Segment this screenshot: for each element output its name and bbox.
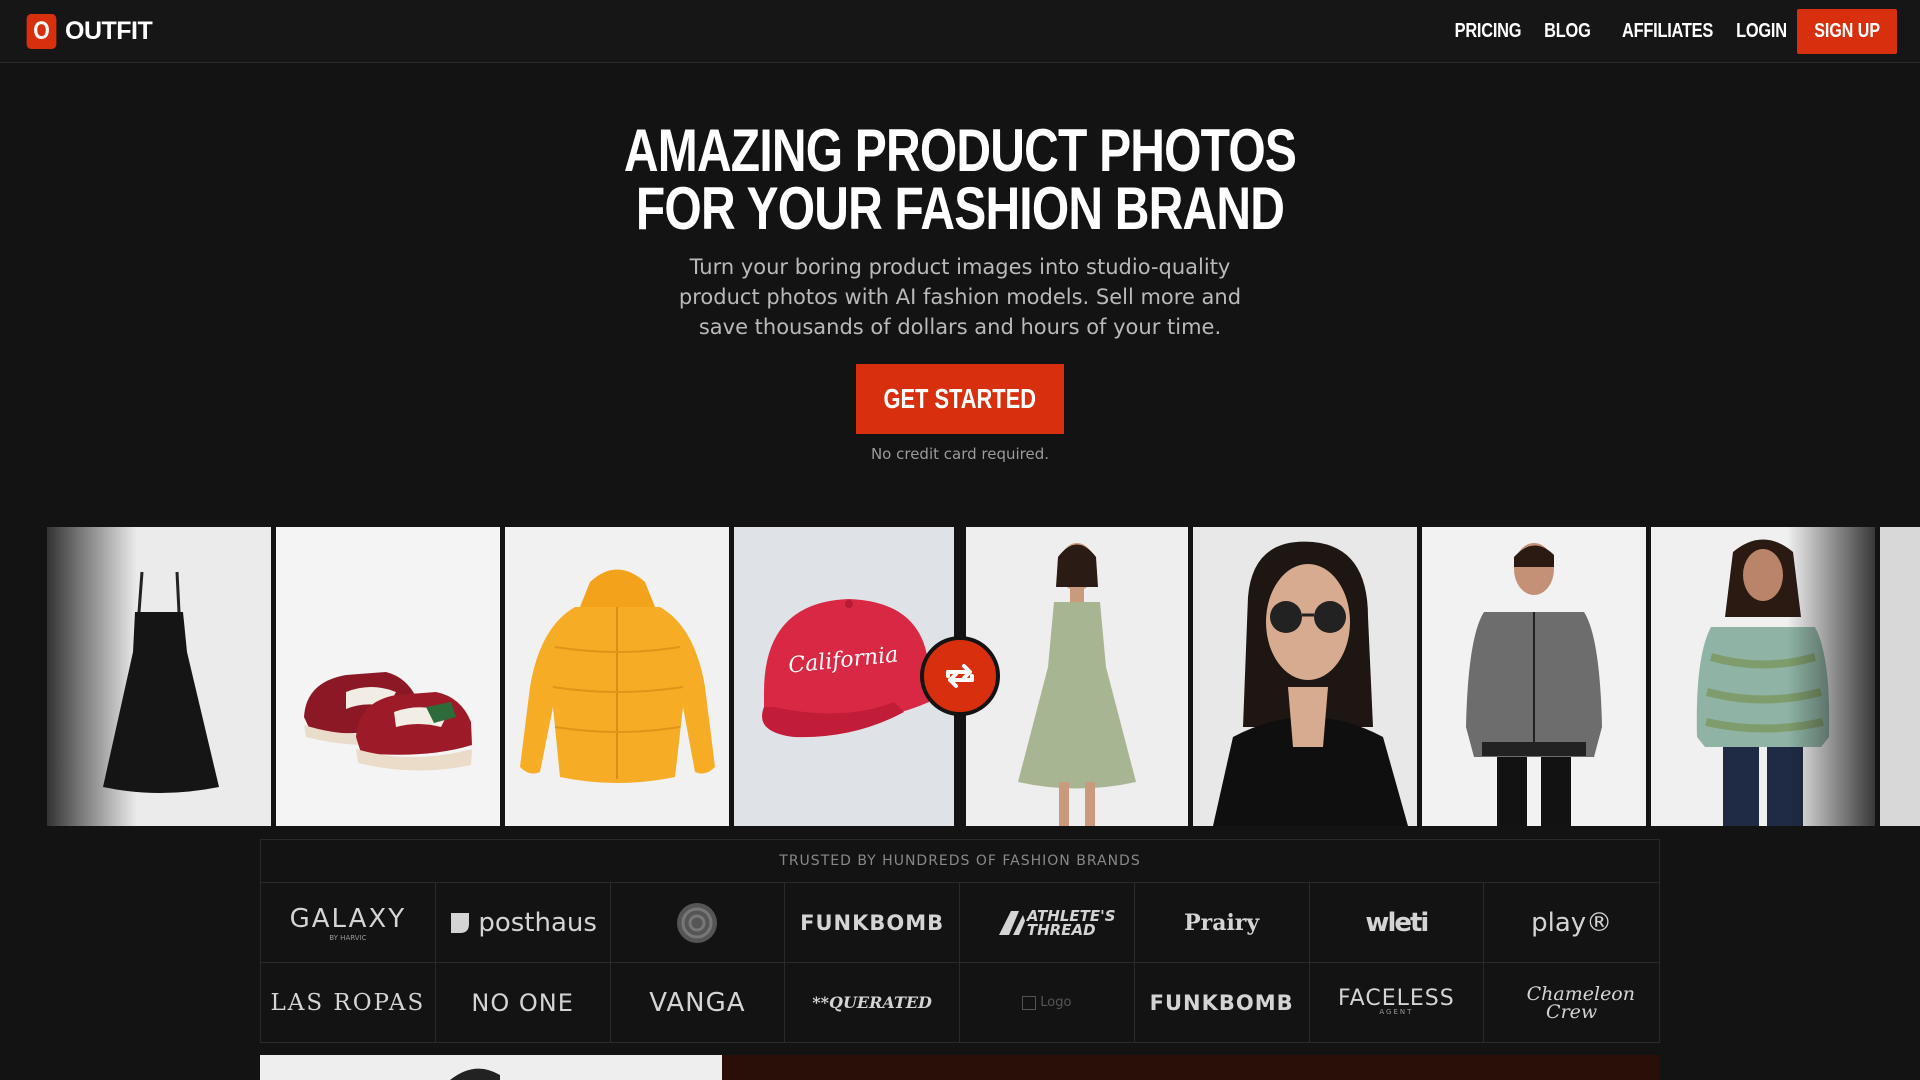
brand-name: wleti — [1365, 907, 1429, 938]
get-started-label: GET STARTED — [883, 383, 1037, 414]
posthaus-mark-icon — [451, 912, 470, 933]
brand-name: Chameleon Crew — [1526, 982, 1635, 1023]
next-section-panel — [722, 1055, 1660, 1080]
athletes-thread-mark-icon — [998, 910, 1025, 935]
hero-title: AMAZING PRODUCT PHOTOS FOR YOUR FASHION … — [0, 117, 1920, 242]
model-tile-partial — [1880, 527, 1920, 826]
nav-link-blog[interactable]: BLOG — [1544, 20, 1591, 43]
black-dress-image — [47, 527, 271, 826]
brand-name: play® — [1531, 907, 1613, 938]
model-green-sweater-image — [1651, 527, 1875, 826]
brand-emblem-icon — [677, 902, 718, 943]
no-credit-card-note: No credit card required. — [870, 445, 1050, 463]
brand-logo-no-one: NO ONE — [435, 963, 611, 1043]
model-grey-jacket-image — [1422, 527, 1646, 826]
next-section-image — [260, 1055, 722, 1080]
brand-name: VANGA — [649, 987, 746, 1018]
logo[interactable]: O OUTFIT — [24, 14, 153, 49]
trusted-brands-heading: TRUSTED BY HUNDREDS OF FASHION BRANDS — [261, 840, 1659, 883]
brand-logo-galaxy: GALAXY BY HARVIC — [261, 883, 436, 963]
model-sunglasses-image — [1193, 527, 1417, 826]
brand-logo-wleti: wleti — [1309, 883, 1485, 963]
nav-links: PRICING BLOG AFFILIATES LOGIN SIGN UP — [1428, 9, 1897, 54]
brand-logo-vanga: VANGA — [610, 963, 786, 1043]
brand-logo-prairy: Prairy — [1134, 883, 1310, 963]
signup-button[interactable]: SIGN UP — [1797, 9, 1897, 54]
hero-title-line-1: AMAZING PRODUCT PHOTOS — [623, 117, 1297, 184]
brand-logo-querated: **QUERATED — [785, 963, 960, 1043]
brand-name: **QUERATED — [812, 993, 932, 1012]
brand-name: FUNKBOMB — [1149, 990, 1294, 1015]
brand-logo-las-ropas: LAS ROPAS — [261, 963, 436, 1043]
model-tile-grey-jacket — [1422, 527, 1646, 826]
brand-logo-broken-image: Logo — [960, 963, 1135, 1043]
brand-logo-funkbomb-2: FUNKBOMB — [1134, 963, 1310, 1043]
brand-logo-play: play® — [1484, 883, 1659, 963]
brand-name: FUNKBOMB — [800, 910, 945, 935]
brand-logo-chameleon-crew: Chameleon Crew — [1484, 963, 1659, 1043]
hero-subtitle: Turn your boring product images into stu… — [678, 255, 1242, 339]
swap-arrows-icon[interactable] — [920, 636, 1000, 716]
brand-subtext: BY HARVIC — [329, 933, 367, 942]
brand-name: FACELESS — [1338, 985, 1455, 1011]
yellow-jacket-image — [505, 527, 729, 826]
brand-name: NO ONE — [471, 988, 574, 1017]
brand-name: GALAXY — [289, 903, 407, 934]
model-tile-green-sweater — [1651, 527, 1875, 826]
next-section-image-glyph — [450, 1068, 500, 1080]
hero-title-line-2: FOR YOUR FASHION BRAND — [635, 175, 1285, 242]
nav-link-pricing[interactable]: PRICING — [1455, 20, 1522, 43]
brand-logo-athletes-thread: ATHLETE'S THREAD — [960, 883, 1135, 963]
trusted-brands-section: TRUSTED BY HUNDREDS OF FASHION BRANDS GA… — [260, 839, 1660, 1043]
product-tile-black-dress — [47, 527, 271, 826]
top-navbar: O OUTFIT PRICING BLOG AFFILIATES LOGIN S… — [0, 0, 1920, 63]
brand-name: Prairy — [1184, 909, 1260, 936]
signup-label: SIGN UP — [1814, 20, 1880, 42]
brand-name: posthaus — [478, 907, 597, 938]
brand-logo-funkbomb: FUNKBOMB — [785, 883, 960, 963]
brand-logo-posthaus: posthaus — [435, 883, 611, 963]
brands-grid: GALAXY BY HARVIC posthaus FUNKBOMB ATHLE… — [261, 883, 1659, 1043]
brand-name: ATHLETE'S THREAD — [1026, 906, 1116, 939]
get-started-button[interactable]: GET STARTED — [856, 364, 1064, 434]
logo-mark: O — [26, 14, 57, 49]
swap-arrows-glyph — [946, 664, 974, 688]
logo-text: OUTFIT — [65, 17, 153, 45]
brand-logo-faceless: FACELESS AGENT — [1309, 963, 1485, 1043]
nav-link-affiliates[interactable]: AFFILIATES — [1622, 20, 1713, 43]
product-tile-red-sneakers — [276, 527, 500, 826]
model-tile-sunglasses — [1193, 527, 1417, 826]
broken-image-alt: Logo — [1040, 995, 1072, 1010]
product-tile-yellow-jacket — [505, 527, 729, 826]
nav-link-login[interactable]: LOGIN — [1736, 20, 1787, 43]
brand-name: LAS ROPAS — [270, 989, 426, 1016]
red-sneakers-image — [276, 527, 500, 826]
brand-logo-emblem — [610, 883, 786, 963]
broken-image-icon — [1022, 995, 1037, 1010]
